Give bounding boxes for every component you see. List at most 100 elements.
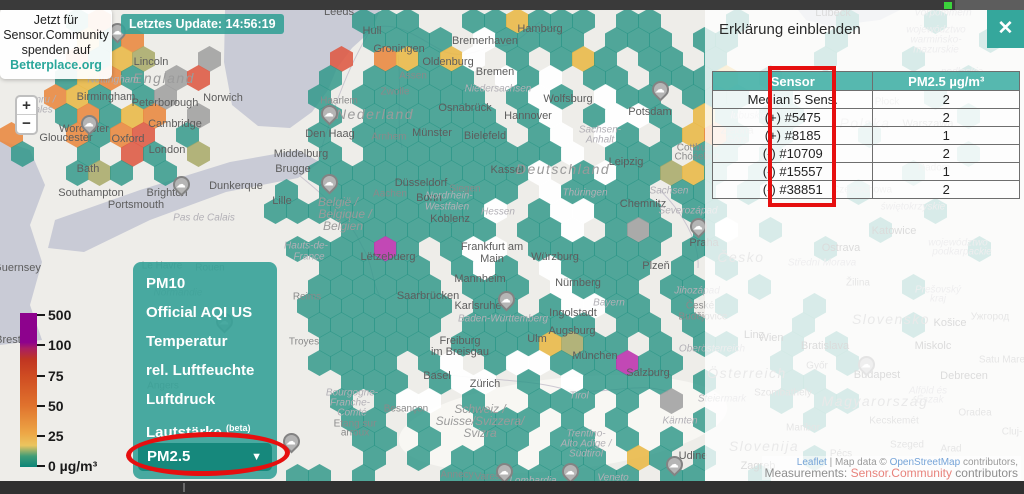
cloud-icon: ☁: [322, 108, 335, 121]
bottom-bar-divider: [183, 483, 185, 492]
close-icon[interactable]: ✕: [987, 10, 1024, 48]
map-label: Frankfurt am: [461, 241, 523, 253]
cloud-icon: ☁: [653, 84, 666, 97]
map-label: Kärnten: [662, 416, 697, 427]
scale-tick: [37, 435, 45, 437]
layer-item-temperatur[interactable]: Temperatur: [133, 327, 277, 356]
map-label: Southampton: [58, 187, 123, 199]
map-label: Birmingham: [77, 91, 136, 103]
scale-tick-label: 100: [48, 337, 71, 353]
sensor-marker[interactable]: ☁: [172, 176, 192, 200]
cloud-icon: ☁: [322, 177, 335, 190]
map-label: Thüringen: [562, 188, 607, 199]
map-label: Main: [480, 253, 504, 265]
table-cell-value: 1: [873, 163, 1020, 181]
layer-item-official-aqi-us[interactable]: Official AQI US: [133, 298, 277, 327]
sensor-marker[interactable]: ☁: [665, 456, 685, 480]
map-label: Assen: [399, 71, 427, 82]
sensor-marker[interactable]: ☁: [651, 81, 671, 105]
pin-icon: ☁: [317, 101, 341, 125]
map-label: Den Haag: [305, 128, 355, 140]
sensor-community-link[interactable]: Sensor.Community: [851, 466, 952, 480]
map-label: Troyes: [289, 337, 319, 348]
sensor-marker[interactable]: ☁: [320, 174, 340, 198]
map-label: Karlsruhe: [454, 300, 501, 312]
pin-icon: ☁: [77, 111, 101, 135]
pin-icon: ☁: [494, 287, 518, 311]
sensor-marker[interactable]: ☁: [497, 291, 517, 315]
map-label: Nürnberg: [555, 277, 601, 289]
green-indicator: [944, 2, 952, 9]
zoom-out-button[interactable]: −: [17, 115, 36, 133]
map-label: Zwolle: [381, 87, 410, 98]
map-label: Nederland: [336, 106, 414, 122]
map-label: Osnabrück: [438, 102, 491, 114]
map-label: Guernsey: [0, 262, 41, 274]
pin-icon: ☁: [317, 170, 341, 194]
table-row: (-) #155571: [713, 163, 1020, 181]
map-label: Baden-Württemberg: [458, 314, 548, 325]
cloud-icon: ☁: [497, 466, 510, 479]
donation-box: Jetzt für Sensor.Community spenden auf B…: [0, 8, 112, 79]
map-label: Bath: [77, 163, 100, 175]
map-label: Svizra: [463, 426, 496, 440]
layer-item-luftdruck[interactable]: Luftdruck: [133, 385, 277, 414]
map-label: Lille: [272, 195, 292, 207]
table-row: (-) #388512: [713, 181, 1020, 199]
map-label: Norwich: [203, 92, 243, 104]
scale-tick: [37, 314, 45, 316]
map-label: Groningen: [373, 43, 424, 55]
map-label: Bielefeld: [464, 130, 506, 142]
map-label: Brest: [0, 334, 21, 346]
map-label: Plzeň: [642, 260, 670, 272]
map-label: Comté: [337, 408, 366, 419]
map-label: Zürich: [470, 378, 501, 390]
map-label: Reims: [293, 292, 321, 303]
scale-tick-label: 25: [48, 428, 64, 444]
scale-tick-label: 50: [48, 398, 64, 414]
donation-line2: Sensor.Community: [2, 28, 110, 43]
pin-icon: ☁: [169, 172, 193, 196]
betterplace-link[interactable]: Betterplace.org: [2, 58, 110, 73]
sensor-marker[interactable]: ☁: [320, 105, 340, 129]
pin-icon: ☁: [492, 459, 516, 483]
panel-title[interactable]: Erklärung einblenden: [719, 21, 861, 38]
map-label: arroux: [341, 428, 369, 439]
table-cell-value: 2: [873, 145, 1020, 163]
scale-tick: [37, 344, 45, 346]
map-label: Düsseldorf: [395, 177, 448, 189]
sensor-marker[interactable]: ☁: [80, 115, 100, 139]
air-quality-map-app: LeedsHullLincolnEnglandNottinghamBirming…: [0, 0, 1024, 494]
map-label: Ulm: [527, 333, 547, 345]
map-label: Hauts-de-: [284, 241, 328, 252]
map-label: France: [293, 252, 324, 263]
map-label: Ingolstadt: [549, 307, 597, 319]
pin-icon: ☁: [558, 459, 582, 483]
cloud-icon: ☁: [499, 294, 512, 307]
map-label: Lëtzebuerg: [360, 251, 415, 263]
map-label: Tirol: [569, 391, 588, 402]
layer-item-pm10[interactable]: PM10: [133, 269, 277, 298]
map-zoom-control: + −: [15, 95, 38, 135]
map-label: Saarbrücken: [397, 290, 459, 302]
map-label: Oxford: [111, 133, 144, 145]
donation-line3: spenden auf: [2, 43, 110, 58]
zoom-in-button[interactable]: +: [17, 97, 36, 115]
scale-tick-label: 75: [48, 368, 64, 384]
layer-item-rel-luftfeuchte[interactable]: rel. Luftfeuchte: [133, 356, 277, 385]
map-label: Dunkerque: [209, 180, 263, 192]
map-label: Anhalt: [586, 135, 614, 146]
map-label: Portsmouth: [108, 199, 164, 211]
table-cell-value: 2: [873, 109, 1020, 127]
map-label: Besançon: [384, 404, 428, 415]
map-label: Bremerhaven: [452, 35, 518, 47]
map-label: Leipzig: [609, 156, 644, 168]
map-label: München: [572, 350, 617, 362]
map-attribution: Leaflet | Map data © OpenStreetMap contr…: [762, 456, 1021, 480]
map-label: London: [149, 144, 186, 156]
scale-tick: [37, 405, 45, 407]
sensor-table: Sensor PM2.5 µg/m³ Median 5 Sens.2(+) #5…: [712, 71, 1020, 199]
map-label: Aachen: [373, 189, 407, 200]
top-bar-segment: [955, 0, 1024, 10]
map-label: Augsburg: [548, 325, 595, 337]
